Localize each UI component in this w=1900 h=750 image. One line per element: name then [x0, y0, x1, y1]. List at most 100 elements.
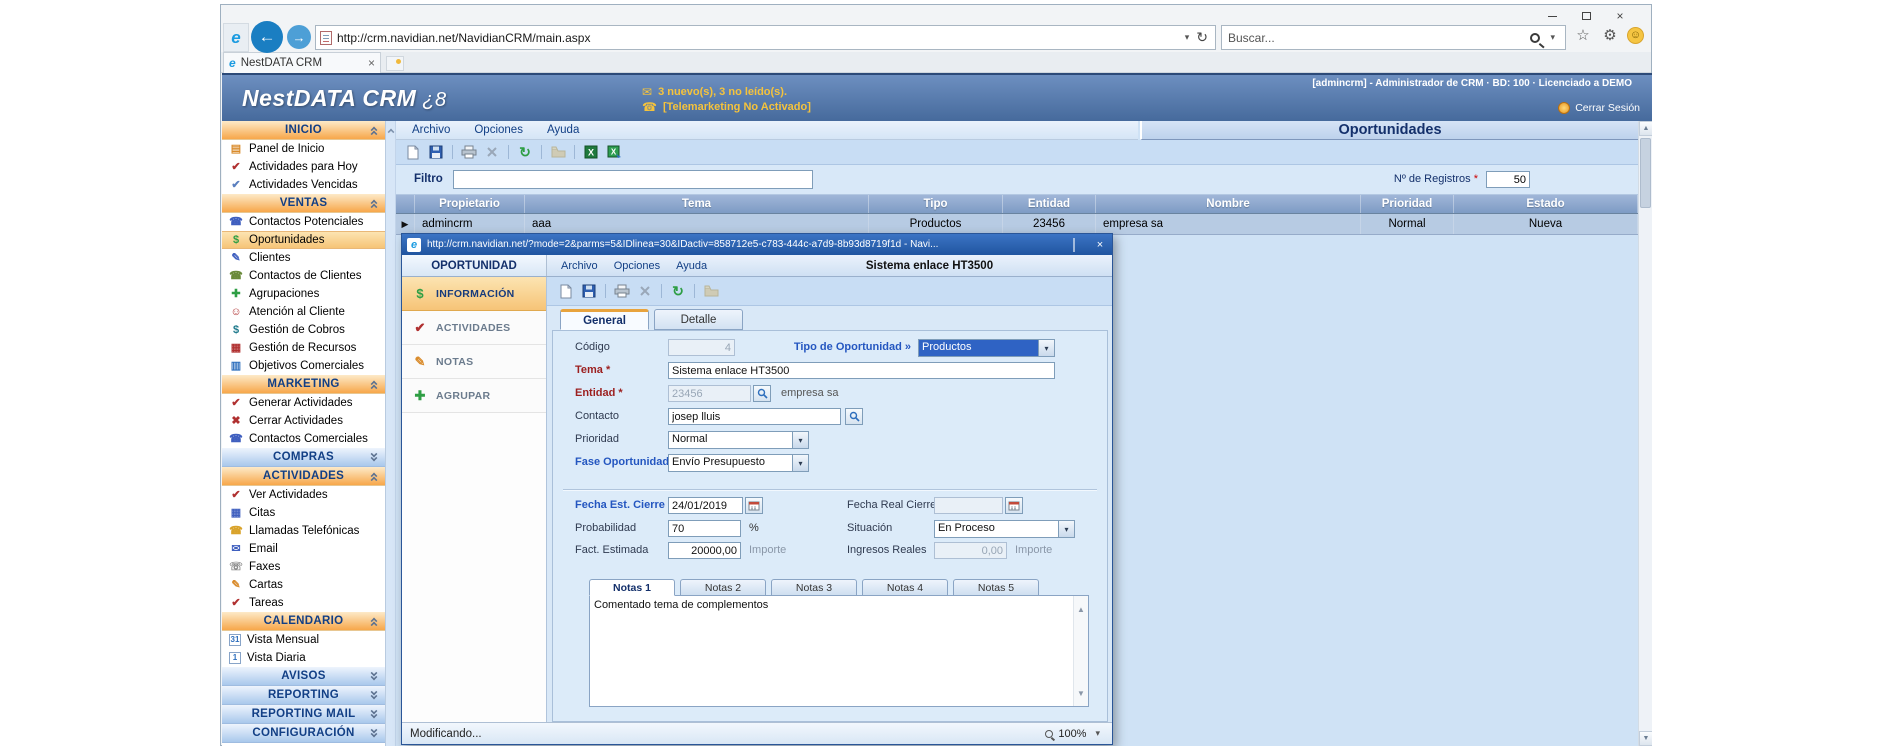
- dialog-menu-opciones[interactable]: Opciones: [614, 260, 660, 272]
- sidebar-item-tareas[interactable]: ✔Tareas: [222, 594, 385, 612]
- window-minimize-button[interactable]: [1543, 9, 1561, 23]
- sidebar-item-cartas[interactable]: ✎Cartas: [222, 576, 385, 594]
- url-text[interactable]: http://crm.navidian.net/NavidianCRM/main…: [337, 31, 1181, 45]
- sidebar-section-compras[interactable]: COMPRAS: [222, 448, 385, 467]
- url-dropdown-icon[interactable]: ▾: [1181, 32, 1194, 43]
- sidebar-item-faxes[interactable]: ☏Faxes: [222, 558, 385, 576]
- situacion-select[interactable]: En Proceso ▾: [934, 520, 1075, 538]
- dialog-nav-informacion[interactable]: $INFORMACIÓN: [402, 277, 546, 311]
- tab-close-icon[interactable]: ×: [364, 56, 375, 70]
- scroll-down-button[interactable]: ▼: [1639, 731, 1652, 746]
- sidebar-item-ver-actividades[interactable]: ✔Ver Actividades: [222, 486, 385, 504]
- dialog-save-button[interactable]: [580, 283, 598, 300]
- contacto-lookup-button[interactable]: [845, 408, 863, 425]
- dialog-nav-agrupar[interactable]: ✚AGRUPAR: [402, 379, 546, 413]
- tab-notas-2[interactable]: Notas 2: [680, 579, 766, 596]
- sidebar-item-gestion-de-recursos[interactable]: ▦Gestión de Recursos: [222, 339, 385, 357]
- chevron-down-icon[interactable]: ▾: [792, 432, 808, 448]
- section-expand-chevron-icon[interactable]: [367, 708, 381, 720]
- mail-notification[interactable]: ✉ 3 nuevo(s), 3 no leído(s).: [642, 84, 902, 99]
- notas-scroll-down-icon[interactable]: ▼: [1074, 686, 1088, 700]
- sidebar-item-contactos-comerciales[interactable]: ☎Contactos Comerciales: [222, 430, 385, 448]
- menu-ayuda[interactable]: Ayuda: [547, 124, 579, 136]
- opportunities-table-row[interactable]: ▶admincrmaaaProductos23456empresa saNorm…: [396, 214, 1638, 235]
- dialog-close-button[interactable]: ×: [1093, 239, 1107, 251]
- sidebar-item-oportunidades[interactable]: $Oportunidades: [222, 231, 385, 249]
- tab-notas-4[interactable]: Notas 4: [862, 579, 948, 596]
- dialog-menu-archivo[interactable]: Archivo: [561, 260, 598, 272]
- sidebar-item-citas[interactable]: ▦Citas: [222, 504, 385, 522]
- dialog-new-button[interactable]: [557, 283, 575, 300]
- ie-logo-tile[interactable]: e: [223, 23, 249, 52]
- scroll-up-button[interactable]: ▲: [1639, 121, 1652, 136]
- telemarketing-notification[interactable]: ☎ [Telemarketing No Activado]: [642, 99, 902, 114]
- column-header-estado[interactable]: Estado: [1454, 195, 1638, 213]
- sidebar-item-actividades-para-hoy[interactable]: ✔Actividades para Hoy: [222, 158, 385, 176]
- sidebar-item-clientes[interactable]: ✎Clientes: [222, 249, 385, 267]
- section-collapse-chevron-icon[interactable]: [367, 197, 381, 209]
- refresh-icon[interactable]: ↻: [1193, 29, 1211, 46]
- sidebar-section-marketing[interactable]: MARKETING: [222, 375, 385, 394]
- fecha-real-calendar-button[interactable]: [1005, 497, 1023, 514]
- dialog-title-bar[interactable]: e http://crm.navidian.net/?mode=2&parms=…: [402, 234, 1112, 255]
- tab-general[interactable]: General: [560, 309, 649, 330]
- notas-scroll-up-icon[interactable]: ▲: [1074, 602, 1088, 616]
- section-collapse-chevron-icon[interactable]: [367, 615, 381, 627]
- sidebar-section-avisos[interactable]: AVISOS: [222, 667, 385, 686]
- window-close-button[interactable]: ×: [1611, 9, 1629, 23]
- entidad-lookup-button[interactable]: [753, 385, 771, 402]
- sidebar-item-vista-mensual[interactable]: 31Vista Mensual: [222, 631, 385, 649]
- favorites-star-icon[interactable]: ☆: [1573, 26, 1593, 44]
- section-collapse-chevron-icon[interactable]: [367, 124, 381, 136]
- sidebar-item-actividades-vencidas[interactable]: ✔Actividades Vencidas: [222, 176, 385, 194]
- sidebar-section-configuracion[interactable]: CONFIGURACIÓN: [222, 724, 385, 743]
- sidebar-item-contactos-potenciales[interactable]: ☎Contactos Potenciales: [222, 213, 385, 231]
- delete-button[interactable]: [483, 144, 501, 161]
- zoom-dropdown-icon[interactable]: ▾: [1091, 728, 1104, 739]
- tab-notas-5[interactable]: Notas 5: [953, 579, 1039, 596]
- excel-export-alt-button[interactable]: X: [605, 144, 623, 161]
- column-header-nombre[interactable]: Nombre: [1096, 195, 1361, 213]
- address-bar[interactable]: http://crm.navidian.net/NavidianCRM/main…: [315, 25, 1216, 50]
- sidebar-section-reporting[interactable]: REPORTING: [222, 686, 385, 705]
- chevron-down-icon[interactable]: ▾: [792, 455, 808, 471]
- section-expand-chevron-icon[interactable]: [367, 451, 381, 463]
- section-expand-chevron-icon[interactable]: [367, 727, 381, 739]
- browser-tab[interactable]: e NestDATA CRM ×: [223, 52, 381, 73]
- menu-archivo[interactable]: Archivo: [412, 124, 450, 136]
- window-maximize-button[interactable]: [1577, 9, 1595, 23]
- column-header-tipo[interactable]: Tipo: [869, 195, 1003, 213]
- dialog-nav-notas[interactable]: ✎NOTAS: [402, 345, 546, 379]
- sidebar-item-generar-actividades[interactable]: ✔Generar Actividades: [222, 394, 385, 412]
- tema-input[interactable]: [668, 362, 1055, 379]
- column-header-entidad[interactable]: Entidad: [1003, 195, 1096, 213]
- dialog-menu-ayuda[interactable]: Ayuda: [676, 260, 707, 272]
- tab-detalle[interactable]: Detalle: [654, 309, 743, 330]
- zoom-control[interactable]: 100% ▾: [1045, 728, 1104, 740]
- fact-estimada-input[interactable]: [668, 542, 741, 559]
- sidebar-item-agrupaciones[interactable]: ✚Agrupaciones: [222, 285, 385, 303]
- section-collapse-chevron-icon[interactable]: [367, 470, 381, 482]
- forward-button[interactable]: →: [287, 25, 311, 49]
- sidebar-item-vista-diaria[interactable]: 1Vista Diaria: [222, 649, 385, 667]
- records-count-input[interactable]: [1486, 171, 1530, 188]
- back-button[interactable]: ←: [251, 21, 283, 53]
- splitter-collapse-icon[interactable]: [388, 129, 395, 136]
- dialog-nav-actividades[interactable]: ✔ACTIVIDADES: [402, 311, 546, 345]
- notas-scrollbar[interactable]: ▲ ▼: [1073, 596, 1088, 706]
- new-document-button[interactable]: [404, 144, 422, 161]
- contacto-input[interactable]: [668, 408, 841, 425]
- fecha-est-cierre-label[interactable]: Fecha Est. Cierre »: [575, 499, 674, 511]
- excel-export-button[interactable]: X: [582, 144, 600, 161]
- section-collapse-chevron-icon[interactable]: [367, 378, 381, 390]
- dialog-print-button[interactable]: [613, 283, 631, 300]
- chevron-down-icon[interactable]: ▾: [1038, 340, 1054, 356]
- sidebar-section-inicio[interactable]: INICIO: [222, 121, 385, 140]
- column-header-tema[interactable]: Tema: [525, 195, 869, 213]
- prioridad-select[interactable]: Normal ▾: [668, 431, 809, 449]
- sidebar-item-gestion-de-cobros[interactable]: $Gestión de Cobros: [222, 321, 385, 339]
- tipo-oportunidad-label[interactable]: Tipo de Oportunidad »: [783, 341, 911, 353]
- notas-textarea[interactable]: Comentado tema de complementos ▲ ▼: [589, 595, 1089, 707]
- search-box[interactable]: Buscar... ▾: [1221, 25, 1566, 50]
- column-header-prioridad[interactable]: Prioridad: [1361, 195, 1454, 213]
